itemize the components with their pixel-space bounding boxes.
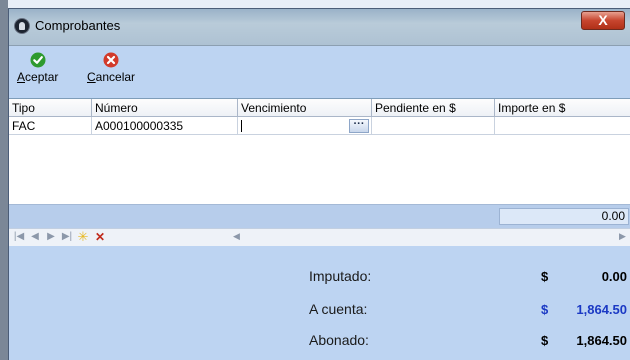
imputado-currency: $ <box>541 269 549 284</box>
text-caret <box>241 120 242 132</box>
window-title: Comprobantes <box>35 18 121 33</box>
accept-button[interactable]: Aceptar <box>17 52 58 84</box>
scroll-left-icon[interactable]: ◀ <box>233 231 240 242</box>
accept-label: Aceptar <box>17 70 59 84</box>
ellipsis-button[interactable]: ··· <box>349 119 369 133</box>
delete-record-icon[interactable]: ✕ <box>94 231 106 243</box>
last-record-icon[interactable]: ▶| <box>61 231 73 243</box>
imputado-label: Imputado: <box>309 268 372 284</box>
summary-panel: Imputado: $ 0.00 A cuenta: $ 1,864.50 Ab… <box>9 246 630 360</box>
cancel-label: Cancelar <box>87 70 136 84</box>
column-header-pendiente[interactable]: Pendiente en $ <box>372 99 495 117</box>
acuenta-currency: $ <box>541 302 549 317</box>
cell-pendiente[interactable] <box>372 117 495 135</box>
record-navigator: |◀ ◀ ▶ ▶| ✳ ✕ ◀ ▶ <box>9 228 630 247</box>
acuenta-label: A cuenta: <box>309 301 368 317</box>
comprobantes-window: Comprobantes X Aceptar Cancelar Tipo Núm… <box>8 8 630 360</box>
column-header-numero[interactable]: Número <box>92 99 238 117</box>
column-header-tipo[interactable]: Tipo <box>9 99 92 117</box>
cell-vencimiento[interactable]: ··· <box>238 117 372 135</box>
first-record-icon[interactable]: |◀ <box>13 231 25 243</box>
column-header-importe[interactable]: Importe en $ <box>495 99 630 117</box>
scroll-right-icon[interactable]: ▶ <box>619 231 626 242</box>
toolbar: Aceptar Cancelar <box>9 46 630 98</box>
cancel-button[interactable]: Cancelar <box>87 52 135 84</box>
prev-record-icon[interactable]: ◀ <box>29 231 41 243</box>
abonado-label: Abonado: <box>309 332 369 348</box>
cell-tipo[interactable]: FAC <box>9 117 92 135</box>
new-record-icon[interactable]: ✳ <box>77 230 89 243</box>
column-header-vencimiento[interactable]: Vencimiento <box>238 99 372 117</box>
imputado-value: 0.00 <box>601 269 627 284</box>
app-icon <box>14 18 30 34</box>
abonado-currency: $ <box>541 333 549 348</box>
abonado-value: 1,864.50 <box>576 333 627 348</box>
check-circle-icon <box>30 52 46 68</box>
next-record-icon[interactable]: ▶ <box>45 231 57 243</box>
importe-total: 0.00 <box>499 208 629 225</box>
cell-importe[interactable] <box>495 117 630 135</box>
vencimiento-editor[interactable]: ··· <box>238 117 371 134</box>
x-circle-icon <box>103 52 119 68</box>
acuenta-value: 1,864.50 <box>576 302 627 317</box>
cell-numero[interactable]: A000100000335 <box>92 117 238 135</box>
grid-totals-bar: 0.00 <box>9 204 630 228</box>
background-window-edge <box>0 0 8 360</box>
close-button[interactable]: X <box>581 11 625 30</box>
comprobantes-grid: Tipo Número Vencimiento Pendiente en $ I… <box>9 98 630 205</box>
title-bar[interactable]: Comprobantes X <box>9 9 630 46</box>
